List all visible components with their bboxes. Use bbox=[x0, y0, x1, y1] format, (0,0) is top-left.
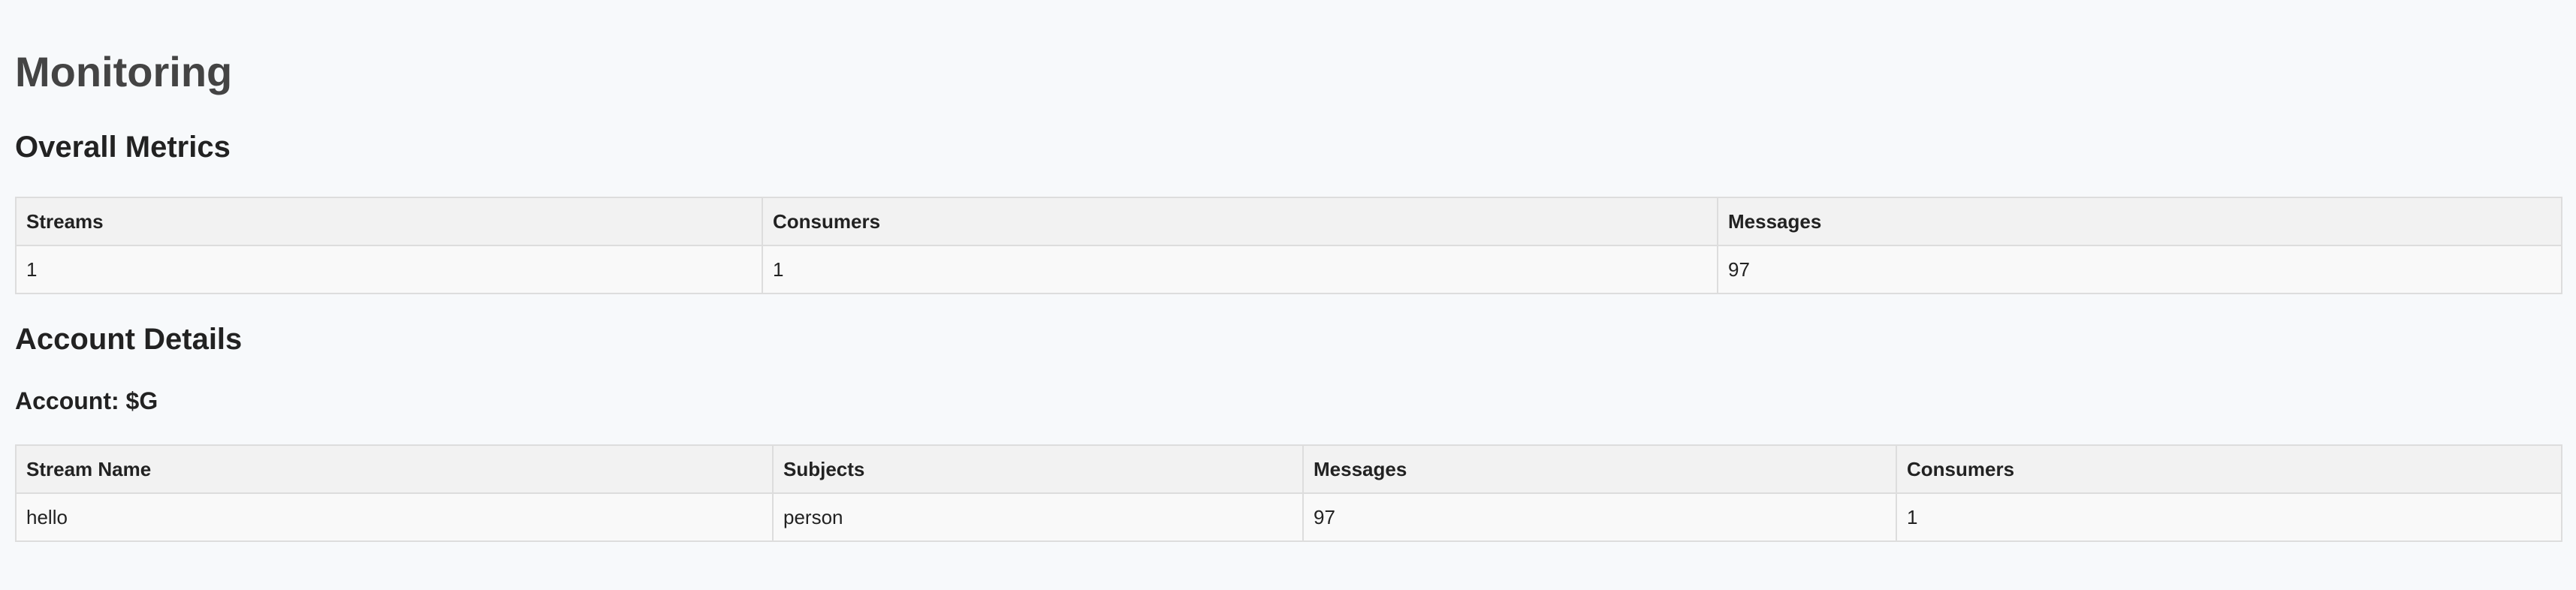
consumers-count: 1 bbox=[762, 245, 1718, 294]
messages-cell: 97 bbox=[1302, 492, 1897, 542]
messages-count: 97 bbox=[1717, 245, 2562, 294]
streams-count: 1 bbox=[15, 245, 763, 294]
page-title: Monitoring bbox=[15, 48, 233, 95]
overall-metrics-heading: Overall Metrics bbox=[15, 131, 231, 164]
account-details-heading: Account Details bbox=[15, 323, 243, 356]
column-header-messages: Messages bbox=[1302, 444, 1897, 494]
column-header-streams: Streams bbox=[15, 197, 763, 246]
column-header-consumers: Consumers bbox=[762, 197, 1718, 246]
column-header-stream-name: Stream Name bbox=[15, 444, 774, 494]
subjects-cell: person bbox=[772, 492, 1304, 542]
table-row: 1 1 97 bbox=[15, 245, 2562, 294]
table-header-row: Stream Name Subjects Messages Consumers bbox=[15, 444, 2562, 494]
column-header-messages: Messages bbox=[1717, 197, 2562, 246]
table-row: hello person 97 1 bbox=[15, 492, 2562, 542]
consumers-cell: 1 bbox=[1896, 492, 2562, 542]
monitoring-page: Monitoring Overall Metrics Streams Consu… bbox=[0, 0, 2576, 542]
stream-name-cell: hello bbox=[15, 492, 774, 542]
overall-metrics-table: Streams Consumers Messages 1 1 97 bbox=[15, 197, 2562, 294]
streams-table: Stream Name Subjects Messages Consumers … bbox=[15, 444, 2562, 542]
column-header-consumers: Consumers bbox=[1896, 444, 2562, 494]
column-header-subjects: Subjects bbox=[772, 444, 1304, 494]
account-name-heading: Account: $G bbox=[15, 387, 158, 414]
table-header-row: Streams Consumers Messages bbox=[15, 197, 2562, 246]
